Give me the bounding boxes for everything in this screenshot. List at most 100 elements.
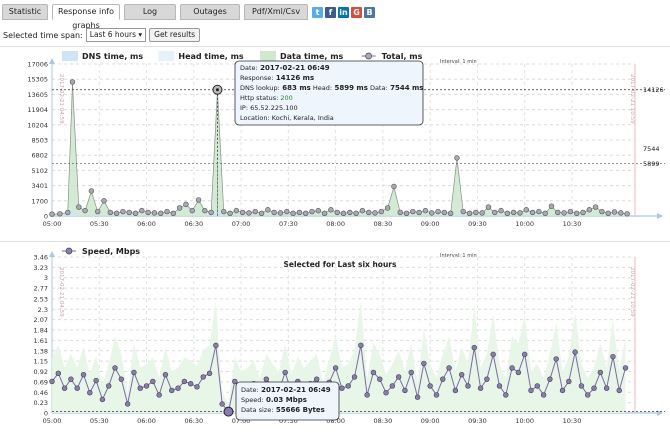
speed-point xyxy=(175,385,181,391)
x-tick-label: 05:30 xyxy=(90,220,109,228)
x-tick-label: 10:30 xyxy=(563,220,582,228)
speed-point xyxy=(395,374,402,380)
response-time-chart: DNS time, ms Head time, ms Data time, ms To… xyxy=(27,51,665,228)
total-point xyxy=(410,208,416,215)
total-point xyxy=(460,208,466,215)
speed-point xyxy=(427,383,433,389)
speed-point xyxy=(578,383,585,389)
tooltip-text: Location: xyxy=(240,114,270,122)
speed-point xyxy=(200,374,206,380)
total-point xyxy=(473,209,479,216)
total-point xyxy=(567,208,574,215)
vk-icon[interactable]: B xyxy=(364,6,375,18)
y-tick-label: 1.84 xyxy=(34,327,48,335)
tooltip-text: Date: xyxy=(240,64,258,72)
total-point xyxy=(378,208,385,215)
total-point xyxy=(416,209,422,216)
speed-point xyxy=(232,378,238,385)
tab-response-info-graphs[interactable]: Response info graphs xyxy=(52,4,120,30)
total-point xyxy=(120,208,126,215)
total-point xyxy=(296,209,303,216)
tooltip-text: 5899 ms xyxy=(332,84,368,92)
speed-point xyxy=(150,378,156,385)
speed-point xyxy=(559,387,566,394)
total-point xyxy=(265,207,271,213)
tab-pdf-xml-csv[interactable]: Pdf/Xml/Csv xyxy=(244,4,308,20)
panel-separator xyxy=(0,46,670,47)
tab-bar: Statistic Response info graphs Log Outag… xyxy=(2,4,377,30)
start-date-label: 2017-02-21 04:59 xyxy=(58,267,64,317)
x-tick-label: 05:00 xyxy=(43,220,62,228)
speed-point xyxy=(446,365,452,371)
total-point xyxy=(384,205,391,211)
total-point xyxy=(233,207,240,214)
speed-point xyxy=(534,383,541,389)
tooltip-text: Response: xyxy=(240,74,273,82)
x-tick-label: 06:30 xyxy=(184,417,203,425)
total-point xyxy=(101,198,107,204)
tab-statistic[interactable]: Statistic xyxy=(2,4,48,20)
y-tick-label: 2.53 xyxy=(34,295,48,303)
total-point xyxy=(347,209,353,216)
speed-point xyxy=(477,385,484,391)
total-point xyxy=(284,208,290,215)
legend-swatch xyxy=(158,51,175,61)
total-point xyxy=(309,208,315,215)
speed-point xyxy=(509,365,515,371)
total-point xyxy=(611,209,618,215)
get-results-button[interactable]: Get results xyxy=(149,28,201,42)
total-point xyxy=(479,210,485,216)
speed-point xyxy=(402,387,408,394)
total-point xyxy=(145,209,151,216)
facebook-icon[interactable]: f xyxy=(325,6,336,18)
chevron-down-icon: ▾ xyxy=(138,30,143,39)
total-point xyxy=(302,210,309,217)
x-tick-label: 06:00 xyxy=(137,417,156,425)
speed-point xyxy=(528,387,534,394)
speed-point xyxy=(345,383,351,389)
time-span-select[interactable]: Last 6 hours ▾ xyxy=(85,28,147,42)
tooltip-text: 2017-02-21 06:49 xyxy=(259,386,331,394)
tooltip-text: Data: xyxy=(368,84,388,92)
speed-point xyxy=(421,360,427,367)
y-tick-label: 10204 xyxy=(27,121,48,129)
y-tick-label: 15305 xyxy=(27,76,48,84)
speed-point xyxy=(465,383,471,389)
google-plus-icon[interactable]: G xyxy=(351,6,362,18)
tooltip-text: IP: xyxy=(240,104,248,112)
y-tick-label: 2.3 xyxy=(38,306,48,314)
legend-swatch xyxy=(62,51,78,61)
y-tick-label: 3.46 xyxy=(34,254,48,262)
total-point xyxy=(49,211,55,217)
total-point xyxy=(536,208,542,215)
twitter-icon[interactable]: t xyxy=(312,6,323,18)
total-point xyxy=(435,208,441,215)
right-value-label: 14126 xyxy=(643,86,664,94)
speed-point xyxy=(282,369,288,376)
total-point xyxy=(290,210,296,217)
tooltip-text: Data size: xyxy=(241,406,273,414)
tab-outages[interactable]: Outages xyxy=(180,4,240,20)
tooltip-text: DNS lookup: xyxy=(240,84,280,92)
total-point xyxy=(76,204,82,210)
y-tick-label: 0.92 xyxy=(34,368,48,376)
interval-label: Interval: 1 min xyxy=(440,59,477,65)
total-point xyxy=(504,210,511,217)
total-point xyxy=(315,207,321,214)
speed-point xyxy=(377,376,383,382)
tab-log[interactable]: Log xyxy=(124,4,176,20)
tooltip-text: Head: xyxy=(311,84,332,92)
total-point xyxy=(328,207,334,213)
linkedin-icon[interactable]: in xyxy=(338,6,349,18)
tooltip-speed: Date: 2017-02-21 06:49 Speed: 0.03 Mbps Da… xyxy=(235,381,340,421)
speed-point xyxy=(351,374,358,380)
speed-point xyxy=(383,390,389,396)
speed-point xyxy=(332,365,339,371)
speed-point xyxy=(80,371,87,378)
total-point xyxy=(542,210,548,217)
x-tick-label: 08:30 xyxy=(374,220,393,228)
y-tick-label: 3 xyxy=(44,274,48,282)
speed-point xyxy=(137,385,143,391)
total-point xyxy=(88,188,95,194)
total-point xyxy=(258,210,265,217)
